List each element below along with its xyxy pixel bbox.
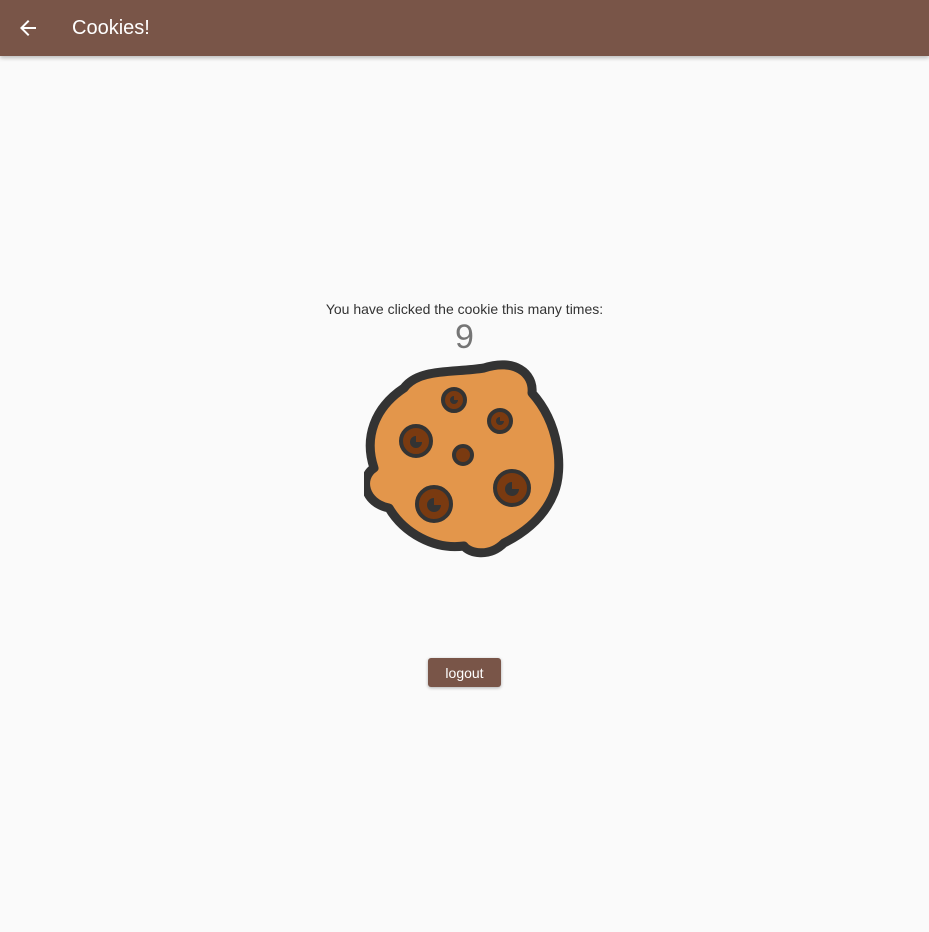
- click-count-prompt: You have clicked the cookie this many ti…: [325, 301, 604, 317]
- main-content: You have clicked the cookie this many ti…: [0, 56, 929, 932]
- back-button[interactable]: [0, 0, 56, 56]
- click-count: 9: [455, 318, 474, 356]
- app-bar: Cookies!: [0, 0, 929, 56]
- cookie-icon[interactable]: [364, 358, 564, 558]
- arrow-back-icon: [20, 20, 36, 36]
- page-title: Cookies!: [72, 16, 150, 39]
- logout-button[interactable]: logout: [428, 658, 501, 687]
